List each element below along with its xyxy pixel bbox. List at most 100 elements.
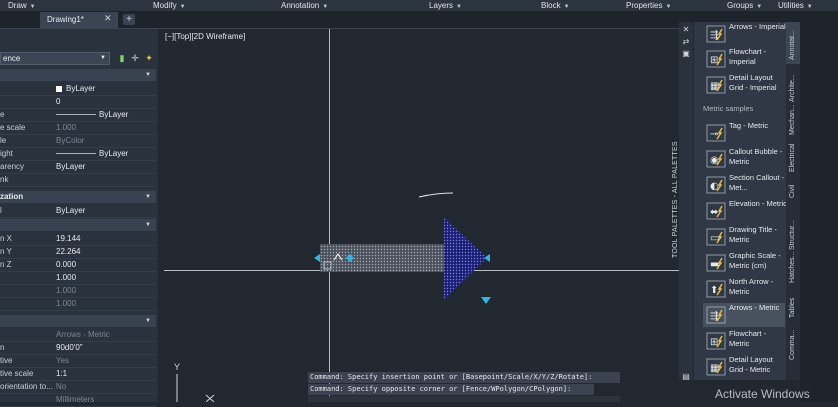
grip-tip-icon[interactable]	[484, 254, 490, 262]
toggle-pickadd-icon[interactable]: ▮	[117, 52, 127, 64]
grip-left-icon[interactable]	[314, 254, 320, 262]
close-icon[interactable]: ✕	[681, 25, 691, 35]
property-row[interactable]: 1.000	[0, 271, 156, 285]
property-row[interactable]: n X 19.144	[0, 232, 156, 246]
palette-tool-item[interactable]: ⊞ Flowchart - Imperial	[703, 47, 785, 71]
palette-tool-item[interactable]: ⇶ Arrows - Imperial	[703, 22, 786, 46]
ribbon-utilities-menu[interactable]: Utilities ▼	[778, 0, 813, 11]
property-row[interactable]: Millimeters	[0, 393, 156, 407]
palette-tool-item[interactable]: ▦ Detail Layout Grid - Imperial	[703, 73, 785, 97]
property-row[interactable]: ByLayer	[0, 82, 156, 96]
properties-icon[interactable]: ▣	[681, 49, 691, 59]
palette-tab[interactable]: Civil	[789, 185, 796, 198]
palette-tool-label: Graphic Scale - Metric (cm)	[729, 251, 781, 270]
palette-tab[interactable]: Hatches...	[789, 251, 796, 283]
property-value: ByLayer	[56, 82, 95, 95]
property-row[interactable]: n Y 22.264	[0, 245, 156, 259]
autohide-icon[interactable]: ⇄	[681, 37, 691, 47]
palette-tab[interactable]: Mechan...	[789, 104, 796, 135]
palette-tool-item[interactable]: ⊞ Flowchart - Metric	[703, 329, 785, 353]
select-objects-icon[interactable]: ✛	[130, 52, 140, 64]
property-value: ByLayer	[56, 147, 128, 160]
palette-tool-item[interactable]: ▦ Detail Layout Grid - Metric	[703, 355, 785, 379]
property-label: le	[0, 136, 7, 145]
ribbon-modify-label: Modify	[153, 1, 177, 10]
grip-flip-icon[interactable]	[481, 297, 491, 304]
new-tab-button[interactable]: +	[123, 14, 135, 25]
section-geometry[interactable]: ▼	[0, 219, 156, 231]
drawing-canvas[interactable]: Y	[164, 29, 679, 402]
command-input[interactable]	[308, 396, 620, 402]
property-value-text: Arrows - Metric	[56, 330, 110, 339]
palette-tool-item[interactable]: ⊸ Tag - Metric	[703, 121, 785, 145]
palette-tool-label: Tag - Metric	[729, 121, 769, 130]
palette-tool-label: Elevation - Metric	[729, 199, 787, 208]
palette-tool-item[interactable]: ⬌ Elevation - Metric	[703, 199, 787, 223]
ribbon-annotation-menu[interactable]: Annotation ▼	[281, 0, 328, 11]
property-value-text: 1.000	[56, 286, 77, 295]
chevron-down-icon: ▼	[100, 55, 106, 61]
palette-menu-icon[interactable]: ▤	[681, 372, 691, 382]
property-row[interactable]: le ByColor	[0, 134, 156, 148]
quick-select-icon[interactable]: ✦	[144, 52, 154, 64]
palette-tool-item[interactable]: ▭ Drawing Title - Metric	[703, 225, 785, 249]
ribbon-properties-label: Properties	[626, 1, 663, 10]
ribbon-draw-menu[interactable]: Draw ▼	[8, 0, 36, 11]
ribbon-properties-menu[interactable]: Properties ▼	[626, 0, 671, 11]
property-row[interactable]: l ByLayer	[0, 204, 156, 218]
property-row[interactable]: orientation to... No	[0, 380, 156, 394]
palette-tool-label: Flowchart - Metric	[729, 329, 767, 348]
palette-tool-item[interactable]: ▬ Graphic Scale - Metric (cm)	[703, 251, 785, 275]
palette-tool-item[interactable]: ⬆ North Arrow - Metric	[703, 277, 785, 301]
palette-tab[interactable]: Annotat...	[789, 30, 796, 60]
palette-tool-label: Detail Layout Grid - Imperial	[729, 73, 777, 92]
ribbon-panel-bar: Draw ▼ Modify ▼ Annotation ▼ Layers ▼ Block ▼…	[0, 0, 838, 11]
property-row[interactable]: 1.000	[0, 284, 156, 298]
property-value-text: 90d0'0"	[56, 343, 83, 352]
property-row[interactable]: tive Yes	[0, 354, 156, 368]
palette-tab[interactable]: Comma...	[789, 330, 796, 360]
section-general[interactable]: ▼	[0, 69, 156, 81]
palette-tab[interactable]: Structur...	[789, 220, 796, 250]
property-value-text: 0.000	[56, 260, 77, 269]
ribbon-modify-menu[interactable]: Modify ▼	[153, 0, 186, 11]
palette-tool-item[interactable]: ⇶ Arrows - Metric	[703, 303, 785, 327]
property-row[interactable]: ight ByLayer	[0, 147, 156, 161]
ribbon-layers-menu[interactable]: Layers ▼	[429, 0, 462, 11]
close-icon[interactable]: ✕	[104, 13, 112, 24]
arrow-shaft[interactable]	[320, 244, 444, 272]
command-history-line: Command: Specify insertion point or [Bas…	[308, 372, 620, 383]
palette-tab[interactable]: Tables	[789, 298, 796, 318]
property-row[interactable]: n 90d0'0"	[0, 341, 156, 355]
property-row[interactable]: 1.000	[0, 297, 156, 311]
property-value: 1.000	[56, 271, 76, 284]
chevron-down-icon: ▼	[756, 4, 763, 10]
property-row[interactable]: 0	[0, 95, 156, 109]
polyline-segment[interactable]	[418, 192, 454, 198]
palette-tool-label: Arrows - Imperial	[729, 22, 786, 31]
property-row[interactable]: n Z 0.000	[0, 258, 156, 272]
linetype-swatch	[56, 153, 96, 155]
object-type-select[interactable]: ence ▼	[0, 52, 110, 65]
palette-tool-label: North Arrow - Metric	[729, 277, 774, 296]
palette-tab[interactable]: Electrical	[789, 144, 796, 172]
palette-tool-item[interactable]: ◉ Callout Bubble - Metric	[703, 147, 785, 171]
palette-tool-item[interactable]: ◐ Section Callout - Met...	[703, 173, 785, 197]
chevron-down-icon: ▼	[145, 72, 151, 78]
ribbon-block-menu[interactable]: Block ▼	[541, 0, 570, 11]
property-value: Arrows - Metric	[56, 328, 110, 341]
section-visualization[interactable]: zation ▼	[0, 191, 156, 203]
section-misc[interactable]: ▼	[0, 315, 156, 327]
chevron-down-icon: ▼	[145, 318, 151, 324]
ribbon-groups-menu[interactable]: Groups ▼	[727, 0, 762, 11]
property-value-text: 22.264	[56, 247, 81, 256]
palette-tab[interactable]: Archite...	[789, 74, 796, 102]
property-row[interactable]: e scale 1.000	[0, 121, 156, 135]
flowchart-icon: ⊞	[706, 50, 726, 68]
arrow-head[interactable]	[444, 217, 487, 300]
property-row[interactable]: e ByLayer	[0, 108, 156, 122]
property-row[interactable]: arency ByLayer	[0, 160, 156, 174]
property-row[interactable]: nk	[0, 173, 156, 187]
property-row[interactable]: tive scale 1:1	[0, 367, 156, 381]
property-row[interactable]: Arrows - Metric	[0, 328, 156, 342]
